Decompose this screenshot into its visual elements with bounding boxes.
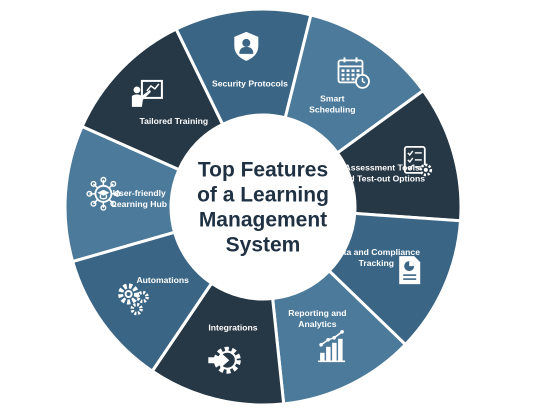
segment-label: User-friendly Learning Hub	[112, 188, 167, 209]
wheel-svg: User-friendly Learning Hub Tailored Traini…	[63, 7, 463, 407]
center-circle	[175, 119, 351, 295]
segment-label: Security Protocols	[212, 79, 288, 89]
segment-label: Tailored Training	[139, 116, 208, 126]
segment-label: Automations	[136, 275, 189, 285]
features-wheel-diagram: User-friendly Learning Hub Tailored Traini…	[0, 0, 547, 417]
pie-document-icon	[399, 256, 421, 285]
segment-label: Integrations	[208, 322, 257, 332]
segment-label: Assessment Tools and Test-out Options	[339, 162, 425, 183]
center-hub: Top Features of a Learning Management Syste…	[175, 119, 351, 295]
